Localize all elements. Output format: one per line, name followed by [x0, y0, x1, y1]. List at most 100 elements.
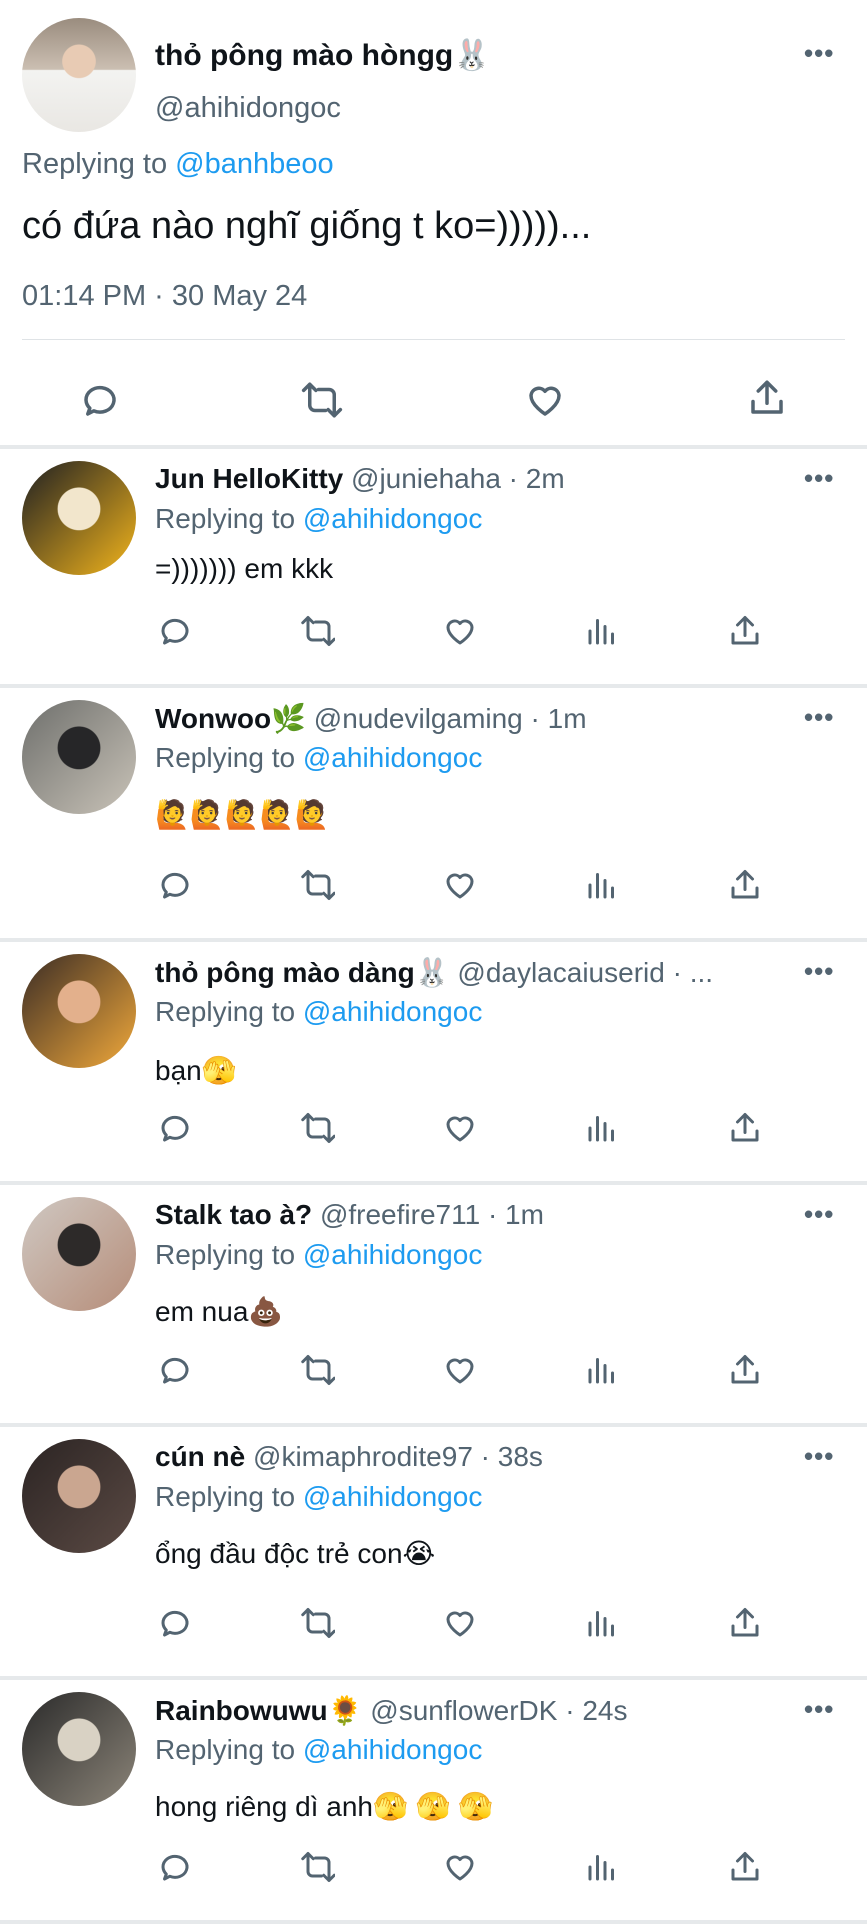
- share-icon: [751, 380, 783, 414]
- retweet-button[interactable]: [292, 1598, 342, 1648]
- share-button[interactable]: [742, 373, 792, 423]
- replying-to: Replying to @ahihidongoc: [155, 742, 482, 774]
- author-name[interactable]: Rainbowuwu🌻: [155, 1695, 363, 1726]
- author-name[interactable]: thỏ pông mào dàng🐰: [155, 957, 450, 988]
- retweet-button[interactable]: [297, 375, 347, 425]
- author-handle[interactable]: @ahihidongoc: [155, 92, 341, 125]
- reply-tweet[interactable]: Wonwoo🌿 @nudevilgaming · 1m ••• Replying…: [0, 688, 867, 938]
- like-button[interactable]: [435, 860, 485, 910]
- reply-icon: [161, 1610, 189, 1637]
- views-icon: [588, 1116, 614, 1142]
- tweet-timestamp[interactable]: 01:14 PM · 30 May 24: [22, 280, 307, 313]
- views-button[interactable]: [577, 1842, 627, 1892]
- share-button[interactable]: [720, 1842, 770, 1892]
- reply-icon: [84, 385, 116, 416]
- reply-tweet[interactable]: Jun HelloKitty @juniehaha · 2m ••• Reply…: [0, 449, 867, 684]
- like-button[interactable]: [435, 606, 485, 656]
- reply-action-bar: [0, 1345, 867, 1395]
- retweet-button[interactable]: [292, 1842, 342, 1892]
- replying-to: Replying to @ahihidongoc: [155, 1481, 482, 1513]
- reply-tweet[interactable]: cún nè @kimaphrodite97 · 38s ••• Replyin…: [0, 1427, 867, 1676]
- reply-tweet[interactable]: thỏ pông mào dàng🐰 @daylacaiuserid · ...…: [0, 942, 867, 1181]
- reply-icon: [161, 872, 189, 899]
- reply-button[interactable]: [150, 1842, 200, 1892]
- replying-to-link[interactable]: @ahihidongoc: [303, 1481, 482, 1512]
- retweet-button[interactable]: [292, 1345, 342, 1395]
- avatar[interactable]: [22, 1692, 136, 1806]
- author-handle-time[interactable]: @kimaphrodite97 · 38s: [253, 1441, 543, 1472]
- reply-button[interactable]: [150, 1598, 200, 1648]
- avatar[interactable]: [22, 954, 136, 1068]
- share-icon: [731, 1608, 759, 1637]
- share-button[interactable]: [720, 860, 770, 910]
- share-button[interactable]: [720, 606, 770, 656]
- replying-to-link[interactable]: @ahihidongoc: [303, 996, 482, 1027]
- reply-action-bar: [0, 1842, 867, 1892]
- main-action-bar: [0, 360, 867, 430]
- reply-tweet[interactable]: Stalk tao à? @freefire711 · 1m ••• Reply…: [0, 1185, 867, 1423]
- replying-to: Replying to @ahihidongoc: [155, 1239, 482, 1271]
- retweet-button[interactable]: [292, 1103, 342, 1153]
- like-icon: [446, 1358, 474, 1384]
- author-name[interactable]: Wonwoo🌿: [155, 703, 306, 734]
- like-icon: [446, 1116, 474, 1142]
- reply-header: cún nè @kimaphrodite97 · 38s: [155, 1441, 795, 1473]
- author-handle-time[interactable]: @freefire711 · 1m: [320, 1199, 544, 1230]
- more-options-icon[interactable]: •••: [804, 1441, 834, 1472]
- author-name[interactable]: thỏ pông mào hòngg🐰: [155, 38, 491, 73]
- replying-prefix: Replying to: [155, 742, 296, 773]
- retweet-button[interactable]: [292, 860, 342, 910]
- author-handle-time[interactable]: @juniehaha · 2m: [351, 463, 565, 494]
- views-button[interactable]: [577, 1598, 627, 1648]
- reply-button[interactable]: [75, 375, 125, 425]
- views-button[interactable]: [577, 606, 627, 656]
- replying-to-link[interactable]: @ahihidongoc: [303, 1734, 482, 1765]
- avatar[interactable]: [22, 700, 136, 814]
- more-options-icon[interactable]: •••: [804, 1694, 834, 1725]
- more-options-icon[interactable]: •••: [804, 463, 834, 494]
- author-name[interactable]: Stalk tao à?: [155, 1199, 312, 1230]
- author-handle-time[interactable]: @nudevilgaming · 1m: [314, 703, 587, 734]
- reply-button[interactable]: [150, 1103, 200, 1153]
- author-handle-time[interactable]: @sunflowerDK · 24s: [370, 1695, 627, 1726]
- replying-to-link[interactable]: @banhbeoo: [175, 148, 333, 180]
- like-button[interactable]: [435, 1345, 485, 1395]
- more-options-icon[interactable]: •••: [804, 956, 834, 987]
- avatar[interactable]: [22, 18, 136, 132]
- author-name[interactable]: cún nè: [155, 1441, 245, 1472]
- more-options-icon[interactable]: •••: [804, 702, 834, 733]
- reply-tweet[interactable]: Rainbowuwu🌻 @sunflowerDK · 24s ••• Reply…: [0, 1680, 867, 1920]
- reply-button[interactable]: [150, 1345, 200, 1395]
- views-button[interactable]: [577, 860, 627, 910]
- views-button[interactable]: [577, 1103, 627, 1153]
- like-button[interactable]: [435, 1842, 485, 1892]
- more-options-icon[interactable]: •••: [804, 1199, 834, 1230]
- reply-button[interactable]: [150, 606, 200, 656]
- like-icon: [446, 873, 474, 899]
- share-button[interactable]: [720, 1103, 770, 1153]
- divider: [22, 339, 845, 340]
- views-button[interactable]: [577, 1345, 627, 1395]
- divider: [0, 1920, 867, 1924]
- reply-button[interactable]: [150, 860, 200, 910]
- author-name[interactable]: Jun HelloKitty: [155, 463, 343, 494]
- views-icon: [588, 1855, 614, 1881]
- retweet-icon: [301, 382, 343, 418]
- avatar[interactable]: [22, 1197, 136, 1311]
- replying-to-link[interactable]: @ahihidongoc: [303, 742, 482, 773]
- retweet-button[interactable]: [292, 606, 342, 656]
- replying-to-link[interactable]: @ahihidongoc: [303, 503, 482, 534]
- avatar[interactable]: [22, 461, 136, 575]
- like-button[interactable]: [435, 1103, 485, 1153]
- avatar[interactable]: [22, 1439, 136, 1553]
- like-button[interactable]: [520, 375, 570, 425]
- replying-prefix: Replying to: [155, 1481, 296, 1512]
- author-handle-time[interactable]: @daylacaiuserid · ...: [457, 957, 713, 988]
- replying-to-link[interactable]: @ahihidongoc: [303, 1239, 482, 1270]
- share-button[interactable]: [720, 1345, 770, 1395]
- reply-header: Wonwoo🌿 @nudevilgaming · 1m: [155, 702, 795, 735]
- replying-prefix: Replying to: [155, 996, 296, 1027]
- more-options-icon[interactable]: •••: [804, 38, 834, 69]
- like-button[interactable]: [435, 1598, 485, 1648]
- share-button[interactable]: [720, 1598, 770, 1648]
